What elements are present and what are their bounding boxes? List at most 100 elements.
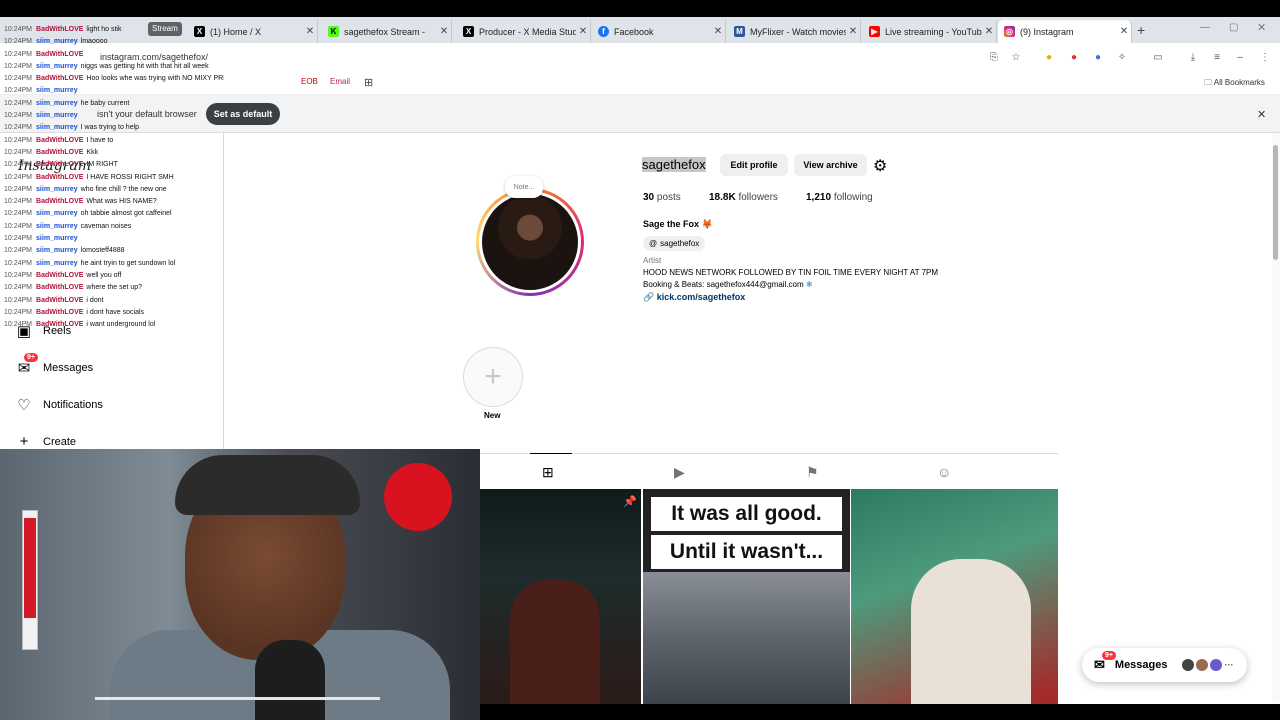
chat-username: BadWithLOVE	[36, 136, 84, 144]
install-icon[interactable]: ⎘	[988, 52, 1000, 64]
chat-timestamp: 10:24PM	[4, 284, 33, 292]
messages-widget[interactable]: ✉ 9+ Messages ···	[1082, 648, 1247, 682]
infobar-close-icon[interactable]: ✕	[1257, 108, 1266, 121]
bookmark-email[interactable]: Email	[330, 77, 350, 86]
tab-kick-stream[interactable]: K sagethefox Stream - ✕	[322, 20, 452, 43]
chat-timestamp: 10:24PM	[4, 271, 33, 279]
scrollbar-thumb[interactable]	[1273, 145, 1278, 260]
edit-profile-button[interactable]: Edit profile	[720, 154, 788, 176]
chat-message: 10:24PM BadWithLOVE IM RIGHT	[4, 159, 224, 171]
sidebar-item-create[interactable]: + Create	[14, 433, 76, 450]
posts-stat: 30 posts	[643, 192, 709, 203]
chat-timestamp: 10:24PM	[4, 62, 33, 70]
chat-timestamp: 10:24PM	[4, 124, 33, 132]
sidebar-item-label: Notifications	[43, 399, 103, 411]
chat-timestamp: 10:24PM	[4, 148, 33, 156]
settings-gear-icon[interactable]: ⚙	[873, 156, 887, 176]
sparkle-icon: ✱	[805, 280, 813, 289]
chat-text: I was trying to help	[80, 124, 140, 132]
maximize-icon[interactable]: ▢	[1229, 22, 1238, 33]
profile-link[interactable]: 🔗 kick.com/sagethefox	[643, 292, 745, 303]
new-highlight-button[interactable]: +	[463, 347, 523, 407]
post-photo	[510, 579, 600, 704]
puzzle-icon[interactable]: ✧	[1116, 52, 1128, 64]
minimize-icon[interactable]: —	[1200, 22, 1210, 33]
x-icon: X	[463, 26, 474, 37]
extension-icon[interactable]: ●	[1043, 52, 1055, 64]
chat-timestamp: 10:24PM	[4, 75, 33, 83]
new-tab-icon[interactable]: +	[1137, 22, 1145, 38]
following-stat[interactable]: 1,210 following	[806, 192, 873, 203]
reels-tab-icon[interactable]: ▶	[674, 464, 685, 481]
chat-username: siim_murrey	[36, 185, 78, 193]
tab-instagram[interactable]: ◎ (9) Instagram ✕	[998, 20, 1132, 43]
new-highlight-label: New	[484, 411, 501, 420]
all-bookmarks[interactable]: 🗀 All Bookmarks	[1204, 77, 1265, 91]
close-icon[interactable]: ✕	[576, 26, 590, 37]
tagged-tab-icon[interactable]: ☺	[937, 464, 951, 480]
tab-myflixer[interactable]: M MyFlixer - Watch movies ✕	[728, 20, 861, 43]
kick-icon: K	[328, 26, 339, 37]
sidebar-item-messages[interactable]: ✉ 9+ Messages	[14, 353, 93, 377]
chat-timestamp: 10:24PM	[4, 308, 33, 316]
bottom-black-bar	[480, 704, 1280, 720]
close-icon[interactable]: ✕	[711, 26, 725, 37]
saved-tab-icon[interactable]: ⚑	[806, 464, 819, 481]
chat-text: oh tabbie almost got caffeinel	[80, 210, 172, 218]
download-icon[interactable]: ⤓	[1187, 52, 1199, 64]
post-tile[interactable]: 📌	[480, 489, 641, 704]
note-bubble[interactable]: Note...	[505, 176, 543, 198]
chat-username: siim_murrey	[36, 62, 78, 70]
view-archive-button[interactable]: View archive	[794, 154, 867, 176]
chat-username: BadWithLOVE	[36, 148, 84, 156]
media-icon[interactable]: ≡	[1211, 52, 1223, 64]
bookmark-star-icon[interactable]: ☆	[1010, 52, 1022, 64]
chat-text: well you off	[86, 271, 122, 279]
close-icon[interactable]: ✕	[437, 26, 451, 37]
bookmark-eob[interactable]: EOB	[301, 77, 318, 86]
chat-username: BadWithLOVE	[36, 26, 84, 33]
threads-badge[interactable]: @ sagethefox	[643, 236, 706, 251]
apps-grid-icon[interactable]: ⊞	[364, 76, 373, 89]
window-close-icon[interactable]: ✕	[1257, 21, 1266, 34]
extension-icon[interactable]: ●	[1092, 52, 1104, 64]
chat-timestamp: 10:24PM	[4, 87, 33, 95]
followers-stat[interactable]: 18.8K followers	[709, 192, 806, 203]
chat-username: siim_murrey	[36, 259, 78, 267]
chat-message: 10:24PM BadWithLOVE light ho stik	[4, 24, 224, 36]
profile-icon[interactable]: –	[1234, 52, 1246, 64]
chat-text: IM RIGHT	[86, 161, 118, 169]
tab-label: Facebook	[614, 26, 654, 37]
profile-avatar[interactable]	[476, 188, 584, 296]
close-icon[interactable]: ✕	[982, 26, 996, 37]
profile-stats: 30 posts 18.8K followers 1,210 following	[643, 192, 873, 203]
chat-text: who fine chill ? the new one	[80, 185, 167, 193]
chat-text: light ho stik	[86, 26, 122, 33]
chat-message: 10:24PM siim_murrey I was trying to help	[4, 122, 224, 134]
messages-badge: 9+	[24, 353, 38, 362]
sidepanel-icon[interactable]: ▭	[1152, 52, 1164, 64]
tab-facebook[interactable]: f Facebook ✕	[592, 20, 726, 43]
chat-message: 10:24PM BadWithLOVE I have to	[4, 135, 224, 147]
post-tile[interactable]: It was all good. Until it wasn't...	[643, 489, 850, 704]
chat-timestamp: 10:24PM	[4, 173, 33, 181]
chat-timestamp: 10:24PM	[4, 296, 33, 304]
chat-text: Hoo looks whe was trying with NO MIXY PR…	[86, 75, 224, 83]
post-tile[interactable]	[851, 489, 1058, 704]
tab-producer[interactable]: X Producer - X Media Studi ✕	[457, 20, 591, 43]
chat-timestamp: 10:24PM	[4, 50, 33, 58]
extension-icon[interactable]: ●	[1068, 52, 1080, 64]
close-icon[interactable]: ✕	[303, 26, 317, 37]
chat-message: 10:24PM BadWithLOVE I HAVE ROSSI RIGHT SMH	[4, 172, 224, 184]
close-icon[interactable]: ✕	[1117, 26, 1131, 37]
chat-timestamp: 10:24PM	[4, 235, 33, 243]
menu-icon[interactable]: ⋮	[1259, 52, 1271, 64]
chat-text: I HAVE ROSSI RIGHT SMH	[86, 173, 174, 181]
chat-text: I have to	[86, 136, 114, 144]
tab-youtube[interactable]: ▶ Live streaming - YouTub ✕	[863, 20, 997, 43]
display-name-text: Sage the Fox	[643, 219, 700, 229]
display-name: Sage the Fox 🦊	[643, 219, 713, 230]
sidebar-item-notifications[interactable]: ♡ Notifications	[14, 396, 103, 414]
close-icon[interactable]: ✕	[846, 26, 860, 37]
posts-grid-tab-icon[interactable]: ⊞	[542, 464, 554, 481]
